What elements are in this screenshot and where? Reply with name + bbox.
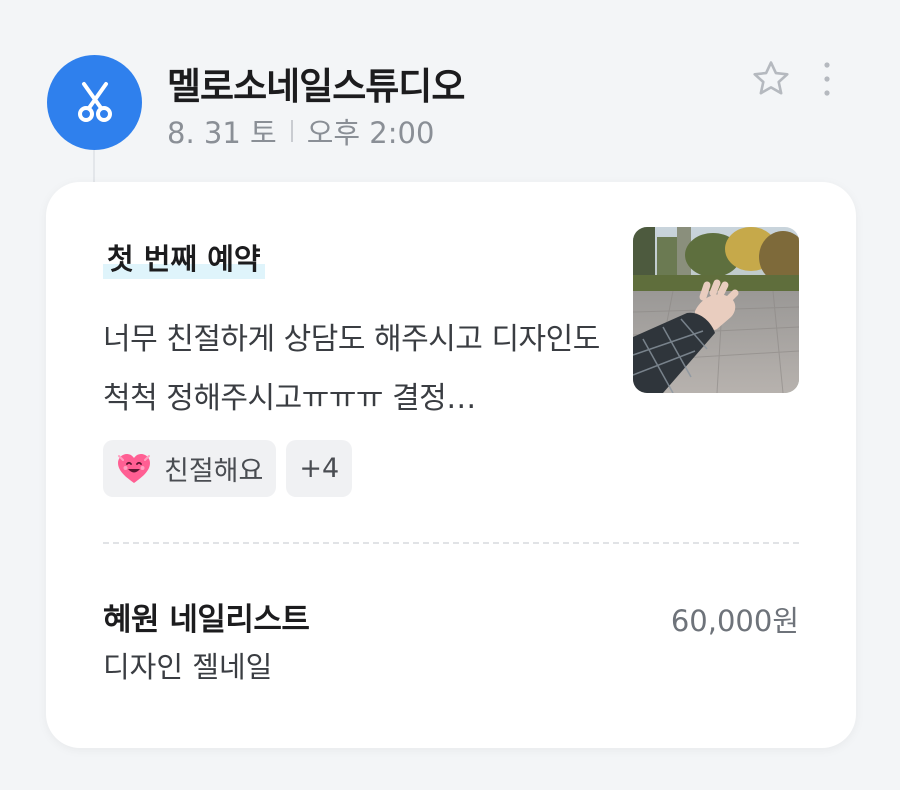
service-price: 60,000원 (670, 604, 799, 638)
heart-emoji-icon (116, 452, 152, 486)
timeline-line (93, 148, 95, 184)
visit-date: 8. 31 토 (167, 116, 277, 150)
visit-time: 오후 2:00 (306, 116, 435, 150)
review-tags: 친절해요 +4 (103, 440, 353, 497)
dashed-divider (103, 542, 799, 544)
tag-kind[interactable]: 친절해요 (103, 440, 277, 497)
favorite-button[interactable] (748, 56, 794, 102)
hand-photo-image (633, 227, 799, 393)
scissors-icon (77, 81, 112, 122)
review-card[interactable]: 첫 번째 예약 너무 친절하게 상담도 해주시고 디자인도 척척 정해주시고ㅠㅠ… (46, 182, 856, 748)
star-icon (753, 61, 789, 95)
meta-divider (290, 120, 293, 142)
tag-label: 친절해요 (164, 456, 264, 487)
more-tags-button[interactable]: +4 (286, 440, 353, 497)
review-photo[interactable] (633, 227, 799, 393)
more-options-button[interactable] (812, 58, 842, 100)
service-name: 디자인 젤네일 (103, 650, 273, 684)
first-booking-badge: 첫 번째 예약 (103, 239, 265, 279)
shop-name[interactable]: 멜로소네일스튜디오 (167, 56, 465, 110)
review-screen: 멜로소네일스튜디오 8. 31 토 오후 2:00 첫 번째 예약 너무 친절하… (0, 0, 900, 790)
visit-datetime: 8. 31 토 오후 2:00 (167, 110, 434, 152)
more-vertical-icon (824, 62, 830, 96)
designer-name[interactable]: 혜원 네일리스트 (103, 594, 310, 639)
review-text[interactable]: 너무 친절하게 상담도 해주시고 디자인도 척척 정해주시고ㅠㅠㅠ 결정… (103, 310, 613, 428)
shop-avatar[interactable] (47, 55, 142, 150)
